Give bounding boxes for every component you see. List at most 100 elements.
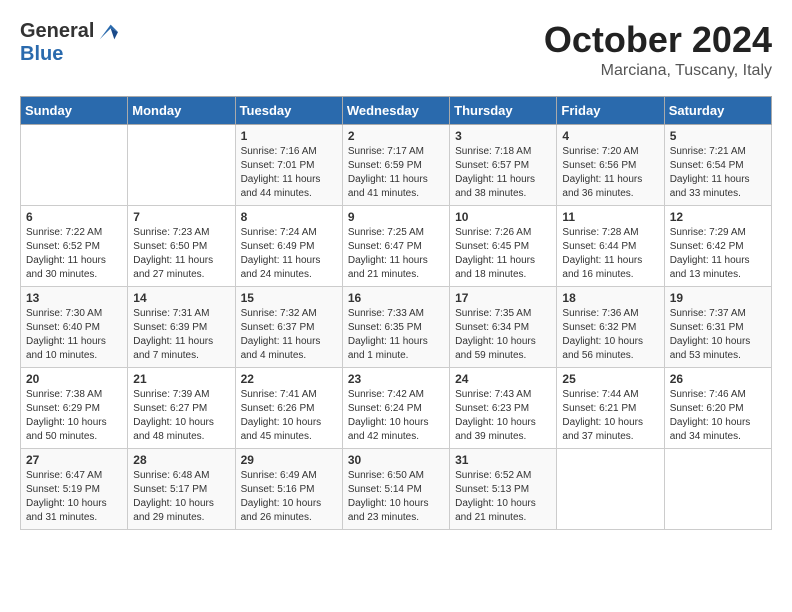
day-info: Sunrise: 6:52 AM Sunset: 5:13 PM Dayligh… <box>455 469 551 525</box>
day-info: Sunrise: 6:47 AM Sunset: 5:19 PM Dayligh… <box>26 469 122 525</box>
day-number: 18 <box>562 291 658 305</box>
logo-icon <box>96 21 118 43</box>
day-info: Sunrise: 7:36 AM Sunset: 6:32 PM Dayligh… <box>562 307 658 363</box>
day-header-saturday: Saturday <box>664 96 771 124</box>
day-info: Sunrise: 7:35 AM Sunset: 6:34 PM Dayligh… <box>455 307 551 363</box>
calendar-cell: 20Sunrise: 7:38 AM Sunset: 6:29 PM Dayli… <box>21 367 128 448</box>
logo-blue-text: Blue <box>20 43 63 66</box>
calendar-week-row: 27 Sunrise: 6:47 AM Sunset: 5:19 PM Dayli… <box>21 448 772 529</box>
day-info: Sunrise: 7:37 AM Sunset: 6:31 PM Dayligh… <box>670 307 766 363</box>
calendar-cell: 29Sunrise: 6:49 AM Sunset: 5:16 PM Dayli… <box>235 448 342 529</box>
day-info: Sunrise: 7:26 AM Sunset: 6:45 PM Dayligh… <box>455 226 551 282</box>
day-info: Sunrise: 6:49 AM Sunset: 5:16 PM Dayligh… <box>241 469 337 525</box>
calendar-cell: 13 Sunrise: 7:30 AM Sunset: 6:40 PM Dayli… <box>21 286 128 367</box>
day-number: 26 <box>670 372 766 386</box>
day-info: Sunrise: 7:24 AM Sunset: 6:49 PM Dayligh… <box>241 226 337 282</box>
day-info: Sunrise: 7:20 AM Sunset: 6:56 PM Dayligh… <box>562 145 658 201</box>
day-number: 31 <box>455 453 551 467</box>
calendar-cell: 31 Sunrise: 6:52 AM Sunset: 5:13 PM Dayli… <box>450 448 557 529</box>
calendar-cell: 11 Sunrise: 7:28 AM Sunset: 6:44 PM Dayli… <box>557 205 664 286</box>
day-number: 11 <box>562 210 658 224</box>
day-number: 5 <box>670 129 766 143</box>
calendar-cell: 6Sunrise: 7:22 AM Sunset: 6:52 PM Daylig… <box>21 205 128 286</box>
day-number: 25 <box>562 372 658 386</box>
day-info: Sunrise: 6:48 AM Sunset: 5:17 PM Dayligh… <box>133 469 229 525</box>
day-info: Sunrise: 6:50 AM Sunset: 5:14 PM Dayligh… <box>348 469 444 525</box>
day-info: Sunrise: 7:25 AM Sunset: 6:47 PM Dayligh… <box>348 226 444 282</box>
day-header-friday: Friday <box>557 96 664 124</box>
day-number: 8 <box>241 210 337 224</box>
calendar-cell: 7Sunrise: 7:23 AM Sunset: 6:50 PM Daylig… <box>128 205 235 286</box>
day-number: 15 <box>241 291 337 305</box>
day-number: 2 <box>348 129 444 143</box>
day-info: Sunrise: 7:18 AM Sunset: 6:57 PM Dayligh… <box>455 145 551 201</box>
calendar-cell: 1 Sunrise: 7:16 AM Sunset: 7:01 PM Daylig… <box>235 124 342 205</box>
location-text: Marciana, Tuscany, Italy <box>544 62 772 80</box>
day-info: Sunrise: 7:16 AM Sunset: 7:01 PM Dayligh… <box>241 145 337 201</box>
day-number: 27 <box>26 453 122 467</box>
calendar-cell: 8 Sunrise: 7:24 AM Sunset: 6:49 PM Daylig… <box>235 205 342 286</box>
day-info: Sunrise: 7:22 AM Sunset: 6:52 PM Dayligh… <box>26 226 122 282</box>
calendar-week-row: 13 Sunrise: 7:30 AM Sunset: 6:40 PM Dayli… <box>21 286 772 367</box>
day-number: 3 <box>455 129 551 143</box>
calendar-cell: 5 Sunrise: 7:21 AM Sunset: 6:54 PM Daylig… <box>664 124 771 205</box>
calendar-cell: 12 Sunrise: 7:29 AM Sunset: 6:42 PM Dayli… <box>664 205 771 286</box>
logo: General Blue <box>20 20 118 66</box>
day-number: 9 <box>348 210 444 224</box>
day-number: 12 <box>670 210 766 224</box>
calendar-cell: 22Sunrise: 7:41 AM Sunset: 6:26 PM Dayli… <box>235 367 342 448</box>
calendar-cell: 4 Sunrise: 7:20 AM Sunset: 6:56 PM Daylig… <box>557 124 664 205</box>
day-info: Sunrise: 7:29 AM Sunset: 6:42 PM Dayligh… <box>670 226 766 282</box>
day-number: 4 <box>562 129 658 143</box>
calendar-week-row: 20Sunrise: 7:38 AM Sunset: 6:29 PM Dayli… <box>21 367 772 448</box>
day-number: 17 <box>455 291 551 305</box>
day-header-sunday: Sunday <box>21 96 128 124</box>
calendar-cell: 3 Sunrise: 7:18 AM Sunset: 6:57 PM Daylig… <box>450 124 557 205</box>
day-info: Sunrise: 7:33 AM Sunset: 6:35 PM Dayligh… <box>348 307 444 363</box>
day-header-thursday: Thursday <box>450 96 557 124</box>
calendar-cell: 17 Sunrise: 7:35 AM Sunset: 6:34 PM Dayli… <box>450 286 557 367</box>
day-info: Sunrise: 7:41 AM Sunset: 6:26 PM Dayligh… <box>241 388 337 444</box>
day-header-tuesday: Tuesday <box>235 96 342 124</box>
calendar-cell: 9 Sunrise: 7:25 AM Sunset: 6:47 PM Daylig… <box>342 205 449 286</box>
day-info: Sunrise: 7:21 AM Sunset: 6:54 PM Dayligh… <box>670 145 766 201</box>
day-number: 13 <box>26 291 122 305</box>
calendar-cell: 19 Sunrise: 7:37 AM Sunset: 6:31 PM Dayli… <box>664 286 771 367</box>
calendar-cell: 2 Sunrise: 7:17 AM Sunset: 6:59 PM Daylig… <box>342 124 449 205</box>
day-number: 28 <box>133 453 229 467</box>
calendar-cell: 23 Sunrise: 7:42 AM Sunset: 6:24 PM Dayli… <box>342 367 449 448</box>
calendar-cell: 14Sunrise: 7:31 AM Sunset: 6:39 PM Dayli… <box>128 286 235 367</box>
calendar-cell: 28 Sunrise: 6:48 AM Sunset: 5:17 PM Dayli… <box>128 448 235 529</box>
day-header-wednesday: Wednesday <box>342 96 449 124</box>
day-info: Sunrise: 7:28 AM Sunset: 6:44 PM Dayligh… <box>562 226 658 282</box>
calendar-cell: 26Sunrise: 7:46 AM Sunset: 6:20 PM Dayli… <box>664 367 771 448</box>
day-number: 30 <box>348 453 444 467</box>
day-number: 10 <box>455 210 551 224</box>
calendar-header-row: SundayMondayTuesdayWednesdayThursdayFrid… <box>21 96 772 124</box>
day-info: Sunrise: 7:39 AM Sunset: 6:27 PM Dayligh… <box>133 388 229 444</box>
day-number: 20 <box>26 372 122 386</box>
calendar-cell <box>128 124 235 205</box>
month-title: October 2024 <box>544 20 772 60</box>
day-info: Sunrise: 7:30 AM Sunset: 6:40 PM Dayligh… <box>26 307 122 363</box>
page-header: General Blue October 2024 Marciana, Tusc… <box>20 20 772 80</box>
day-info: Sunrise: 7:17 AM Sunset: 6:59 PM Dayligh… <box>348 145 444 201</box>
day-info: Sunrise: 7:44 AM Sunset: 6:21 PM Dayligh… <box>562 388 658 444</box>
day-header-monday: Monday <box>128 96 235 124</box>
day-info: Sunrise: 7:42 AM Sunset: 6:24 PM Dayligh… <box>348 388 444 444</box>
calendar-cell: 10 Sunrise: 7:26 AM Sunset: 6:45 PM Dayli… <box>450 205 557 286</box>
calendar-cell <box>664 448 771 529</box>
calendar-cell: 30 Sunrise: 6:50 AM Sunset: 5:14 PM Dayli… <box>342 448 449 529</box>
day-info: Sunrise: 7:43 AM Sunset: 6:23 PM Dayligh… <box>455 388 551 444</box>
calendar-week-row: 1 Sunrise: 7:16 AM Sunset: 7:01 PM Daylig… <box>21 124 772 205</box>
day-number: 7 <box>133 210 229 224</box>
logo-general-text: General <box>20 20 94 43</box>
day-number: 19 <box>670 291 766 305</box>
day-info: Sunrise: 7:31 AM Sunset: 6:39 PM Dayligh… <box>133 307 229 363</box>
day-number: 1 <box>241 129 337 143</box>
calendar-cell: 16Sunrise: 7:33 AM Sunset: 6:35 PM Dayli… <box>342 286 449 367</box>
calendar-cell: 25 Sunrise: 7:44 AM Sunset: 6:21 PM Dayli… <box>557 367 664 448</box>
calendar-cell: 21Sunrise: 7:39 AM Sunset: 6:27 PM Dayli… <box>128 367 235 448</box>
calendar-cell: 27 Sunrise: 6:47 AM Sunset: 5:19 PM Dayli… <box>21 448 128 529</box>
day-number: 23 <box>348 372 444 386</box>
